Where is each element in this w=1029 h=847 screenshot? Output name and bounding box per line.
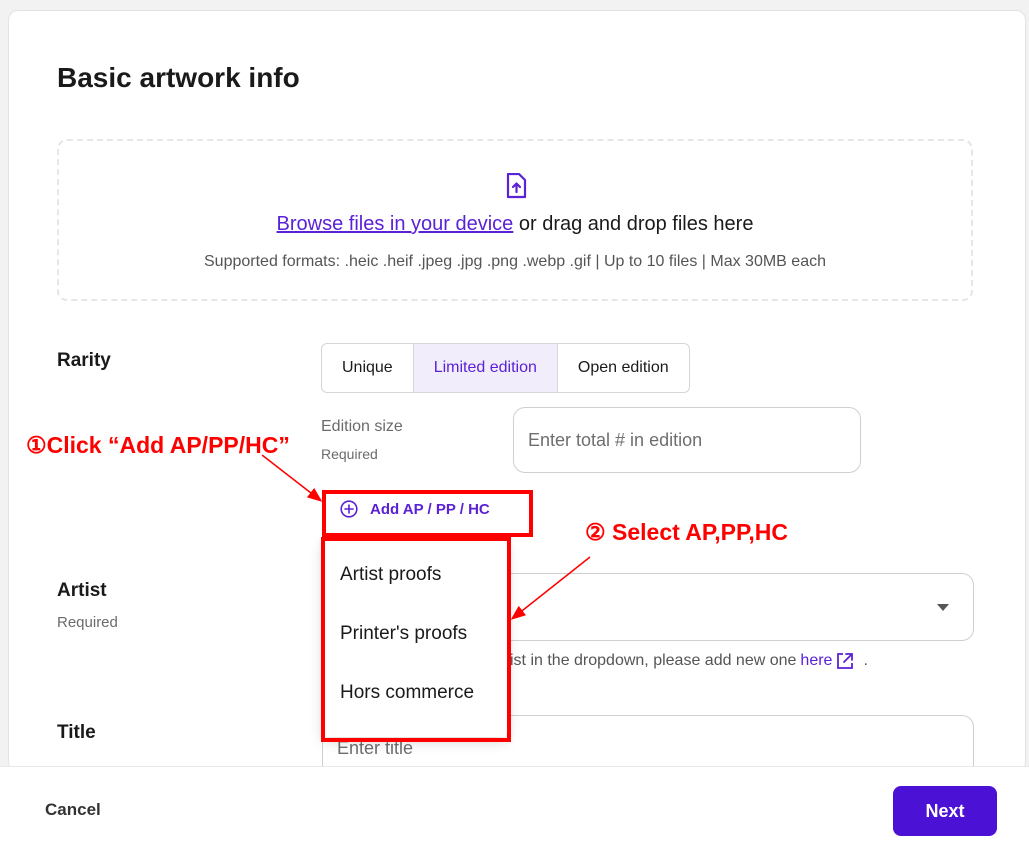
edition-size-required: Required (321, 446, 378, 462)
file-dropzone[interactable]: Browse files in your device or drag and … (57, 139, 973, 301)
rarity-label: Rarity (57, 350, 111, 371)
artist-select[interactable] (500, 573, 974, 641)
page-title: Basic artwork info (57, 62, 300, 93)
file-upload-icon (506, 173, 527, 199)
rarity-unique-button[interactable]: Unique (322, 344, 414, 392)
annotation-highlight-dropdown (321, 537, 511, 742)
rarity-limited-edition-button[interactable]: Limited edition (413, 344, 558, 392)
chevron-down-icon (937, 604, 949, 611)
dropzone-main-text: Browse files in your device or drag and … (59, 213, 971, 236)
browse-files-link[interactable]: Browse files in your device (277, 213, 514, 235)
form-footer: Cancel Next (0, 766, 1029, 847)
artist-required: Required (57, 614, 118, 631)
annotation-step-1: ①Click “Add AP/PP/HC” (26, 432, 290, 458)
supported-formats-text: Supported formats: .heic .heif .jpeg .jp… (204, 253, 826, 270)
title-label: Title (57, 722, 96, 743)
artist-label: Artist (57, 580, 107, 601)
external-link-icon[interactable] (835, 651, 855, 671)
next-button[interactable]: Next (893, 786, 997, 836)
edition-size-placeholder: Enter total # in edition (528, 430, 703, 450)
annotation-step-2: ② Select AP,PP,HC (585, 519, 789, 545)
edition-size-label: Edition size (321, 418, 403, 435)
artist-helper-message: ist in the dropdown, please add new one (510, 652, 797, 669)
edition-size-input[interactable]: Enter total # in edition (513, 407, 861, 473)
add-artist-link[interactable]: here (800, 652, 832, 670)
cancel-button[interactable]: Cancel (45, 800, 101, 820)
rarity-segmented-control: Unique Limited edition Open edition (321, 343, 690, 393)
artist-helper-text: ist in the dropdown, please add new one … (510, 651, 868, 671)
drag-drop-text: or drag and drop files here (513, 213, 754, 235)
rarity-open-edition-button[interactable]: Open edition (558, 344, 689, 392)
artist-helper-period: . (863, 652, 868, 669)
annotation-highlight-add-button (322, 490, 533, 537)
